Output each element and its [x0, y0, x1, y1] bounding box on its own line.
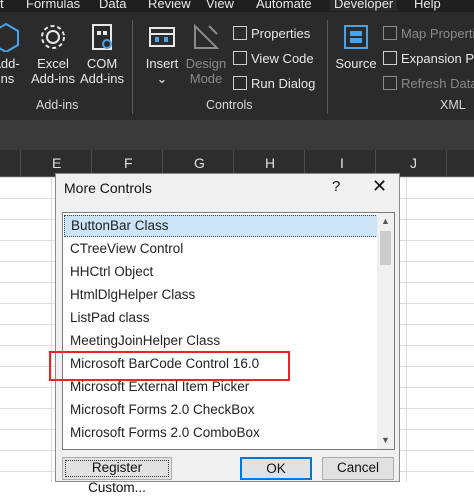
- expansion-packs-button[interactable]: Expansion Pac: [383, 51, 474, 66]
- tab-help[interactable]: Help: [414, 0, 441, 11]
- design-mode-button[interactable]: Design Mode: [184, 22, 228, 86]
- refresh-data-icon: [383, 76, 397, 90]
- help-button[interactable]: ?: [332, 178, 340, 195]
- source-button[interactable]: Source: [334, 22, 378, 71]
- hexagon-icon: [0, 22, 19, 52]
- list-item[interactable]: HHCtrl Object: [64, 261, 378, 283]
- separator: [132, 20, 133, 114]
- tab-automate[interactable]: Automate: [256, 0, 312, 11]
- list-item[interactable]: Microsoft BarCode Control 16.0: [64, 353, 378, 375]
- properties-icon: [233, 26, 247, 40]
- controls-list[interactable]: ButtonBar Class CTreeView Control HHCtrl…: [62, 212, 395, 450]
- list-item[interactable]: CTreeView Control: [64, 238, 378, 260]
- run-dialog-button[interactable]: Run Dialog: [233, 76, 315, 91]
- list-item[interactable]: Microsoft External Item Picker: [64, 376, 378, 398]
- view-code-button[interactable]: View Code: [233, 51, 314, 66]
- scroll-up-icon[interactable]: ▲: [381, 216, 390, 226]
- ribbon-tab-bar: t Formulas Data Review View Automate Dev…: [0, 0, 474, 12]
- map-properties-icon: [383, 26, 397, 40]
- com-addins-icon: [92, 24, 112, 50]
- controls-group-label: Controls: [206, 98, 253, 112]
- column-header-e[interactable]: E: [52, 155, 61, 171]
- expansion-packs-icon: [383, 51, 397, 65]
- list-scrollbar[interactable]: ▲ ▼: [377, 213, 394, 449]
- column-header-h[interactable]: H: [265, 155, 275, 171]
- more-controls-dialog: More Controls ? ✕ ButtonBar Class CTreeV…: [55, 173, 400, 495]
- column-header-i[interactable]: I: [340, 155, 344, 171]
- refresh-data-button[interactable]: Refresh Data: [383, 76, 474, 91]
- tab-view[interactable]: View: [206, 0, 234, 11]
- list-item[interactable]: Microsoft Forms 2.0 ComboBox: [64, 422, 378, 444]
- toolbox-icon: [149, 27, 175, 47]
- dialog-title: More Controls: [64, 180, 152, 196]
- excel-addins-button[interactable]: Excel Add-ins: [28, 22, 78, 86]
- com-addins-button[interactable]: COM Add-ins: [78, 22, 126, 86]
- separator: [327, 20, 328, 114]
- tab-data[interactable]: Data: [99, 0, 126, 11]
- addins-button[interactable]: Add- ins: [0, 22, 22, 86]
- scroll-down-icon[interactable]: ▼: [381, 435, 390, 445]
- close-icon[interactable]: ✕: [372, 176, 387, 197]
- column-header-f[interactable]: F: [124, 155, 133, 171]
- column-header-j[interactable]: J: [410, 155, 417, 171]
- list-item[interactable]: MeetingJoinHelper Class: [64, 330, 378, 352]
- design-mode-icon: [194, 23, 220, 49]
- column-header-g[interactable]: G: [194, 155, 205, 171]
- gear-icon: [41, 25, 65, 49]
- xml-group-label: XML: [440, 98, 466, 112]
- addins-group-label: Add-ins: [36, 98, 79, 112]
- list-item[interactable]: ButtonBar Class: [64, 215, 378, 237]
- properties-button[interactable]: Properties: [233, 26, 310, 41]
- list-item[interactable]: Microsoft Forms 2.0 CheckBox: [64, 399, 378, 421]
- cancel-button[interactable]: Cancel: [322, 457, 394, 480]
- map-properties-button[interactable]: Map Properties: [383, 26, 474, 41]
- view-code-icon: [233, 51, 247, 65]
- list-item[interactable]: HtmlDlgHelper Class: [64, 284, 378, 306]
- ribbon: Add- ins Excel Add-ins COM Add-ins Add-i…: [0, 12, 474, 120]
- list-item[interactable]: ListPad class: [64, 307, 378, 329]
- scrollbar-thumb[interactable]: [380, 231, 391, 265]
- formula-bar[interactable]: [0, 120, 474, 150]
- tab-developer[interactable]: Developer: [330, 0, 398, 11]
- tab-partial[interactable]: t: [0, 0, 4, 11]
- chevron-down-icon: ⌄: [156, 71, 168, 86]
- tab-review[interactable]: Review: [148, 0, 191, 11]
- source-icon: [344, 25, 368, 49]
- insert-button[interactable]: Insert ⌄: [140, 22, 184, 86]
- tab-formulas[interactable]: Formulas: [26, 0, 80, 11]
- register-custom-button[interactable]: Register Custom...: [62, 457, 172, 495]
- ok-button[interactable]: OK: [240, 457, 312, 480]
- run-dialog-icon: [233, 76, 247, 90]
